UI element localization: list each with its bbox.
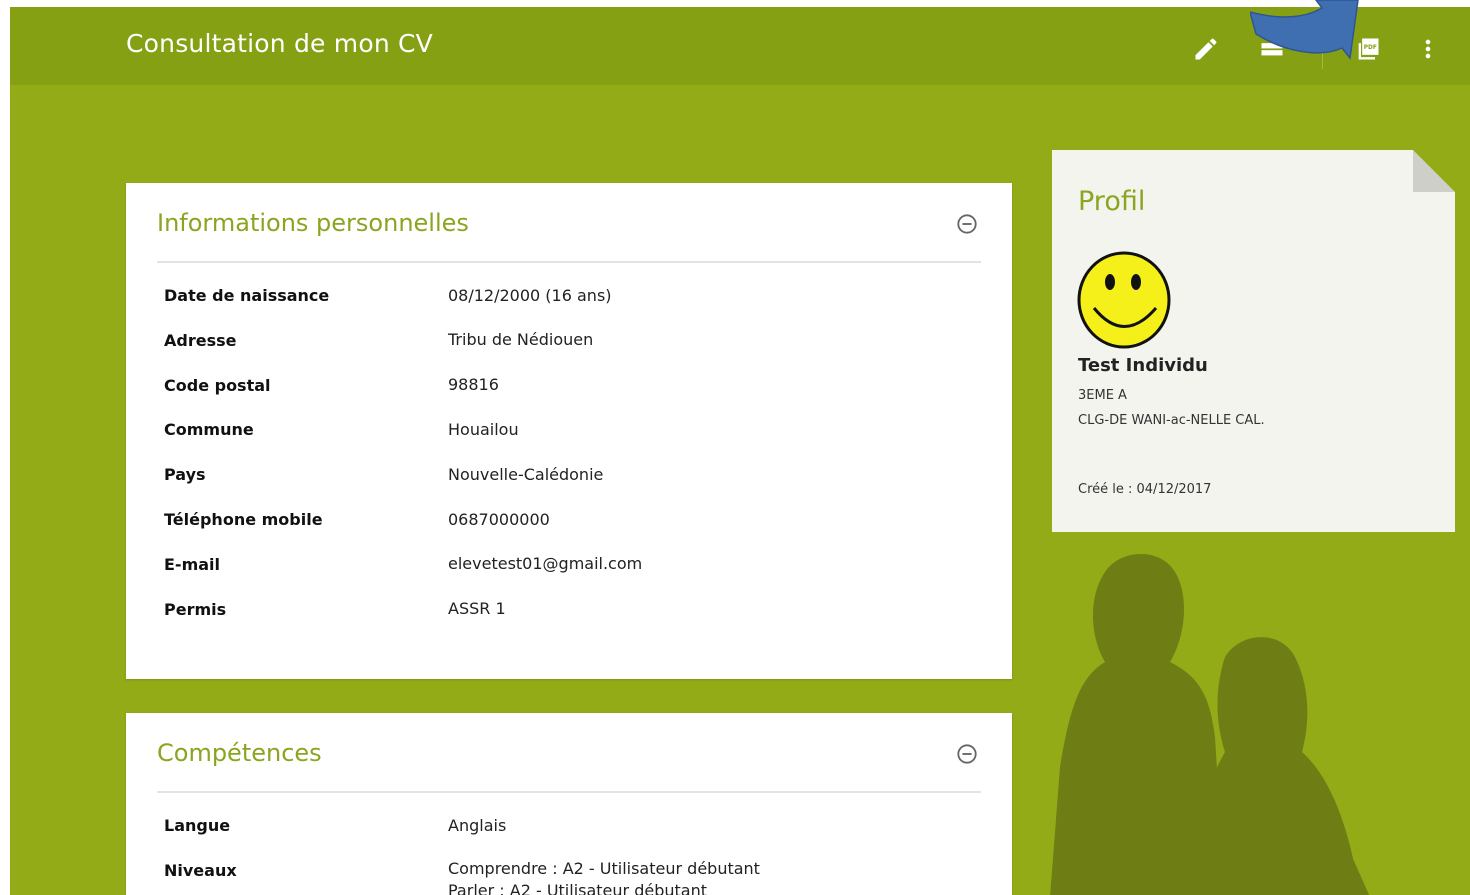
field-label-language: Langue: [164, 816, 231, 835]
card-divider: [157, 261, 981, 263]
field-value-mobile: 0687000000: [448, 510, 550, 529]
skills-title: Compétences: [157, 739, 322, 767]
avatar: [1077, 251, 1171, 349]
field-label-commune: Commune: [164, 420, 254, 439]
field-value-license: ASSR 1: [448, 599, 506, 618]
profile-created-date: Créé le : 04/12/2017: [1078, 482, 1212, 497]
collapse-circle-icon[interactable]: [956, 213, 978, 235]
personal-info-card: Informations personnelles Date de naissa…: [126, 183, 1012, 679]
field-value-language: Anglais: [448, 816, 507, 835]
field-label-country: Pays: [164, 465, 206, 484]
profile-class: 3EME A: [1078, 388, 1127, 403]
personal-info-title: Informations personnelles: [157, 209, 469, 237]
profile-name: Test Individu: [1078, 355, 1208, 376]
annotation-arrow: [1250, 0, 1359, 60]
field-label-birthdate: Date de naissance: [164, 286, 330, 305]
people-silhouette-decoration: [1050, 554, 1370, 895]
field-value-address: Tribu de Nédiouen: [448, 330, 594, 349]
skills-card: Compétences Langue Anglais Niveaux Compr…: [126, 713, 1012, 895]
field-value-email: elevetest01@gmail.com: [448, 554, 643, 573]
edit-pencil-icon[interactable]: [1192, 35, 1220, 63]
field-value-country: Nouvelle-Calédonie: [448, 465, 604, 484]
field-label-email: E-mail: [164, 555, 221, 574]
field-label-license: Permis: [164, 600, 227, 619]
svg-text:PDF: PDF: [1364, 45, 1377, 51]
field-value-postal-code: 98816: [448, 375, 499, 394]
field-value-levels: Comprendre : A2 - Utilisateur débutant: [448, 859, 760, 878]
field-value-commune: Houailou: [448, 420, 519, 439]
app-frame: Consultation de mon CV PDF Informations …: [10, 7, 1470, 895]
profile-card: Profil Test Individu 3EME A CLG-DE WANI-…: [1052, 150, 1455, 532]
profile-title: Profil: [1078, 186, 1146, 217]
page-title: Consultation de mon CV: [126, 29, 433, 58]
profile-school: CLG-DE WANI-ac-NELLE CAL.: [1078, 413, 1265, 428]
more-vertical-icon[interactable]: [1414, 35, 1442, 63]
field-label-address: Adresse: [164, 331, 237, 350]
field-label-levels: Niveaux: [164, 861, 237, 880]
collapse-circle-icon[interactable]: [956, 743, 978, 765]
page-fold-corner: [1413, 150, 1455, 192]
field-value-birthdate: 08/12/2000 (16 ans): [448, 286, 612, 305]
field-value-levels-speaking: Parler : A2 - Utilisateur débutant: [448, 881, 707, 895]
card-divider: [157, 791, 981, 793]
field-label-postal-code: Code postal: [164, 376, 271, 395]
field-label-mobile: Téléphone mobile: [164, 510, 323, 529]
